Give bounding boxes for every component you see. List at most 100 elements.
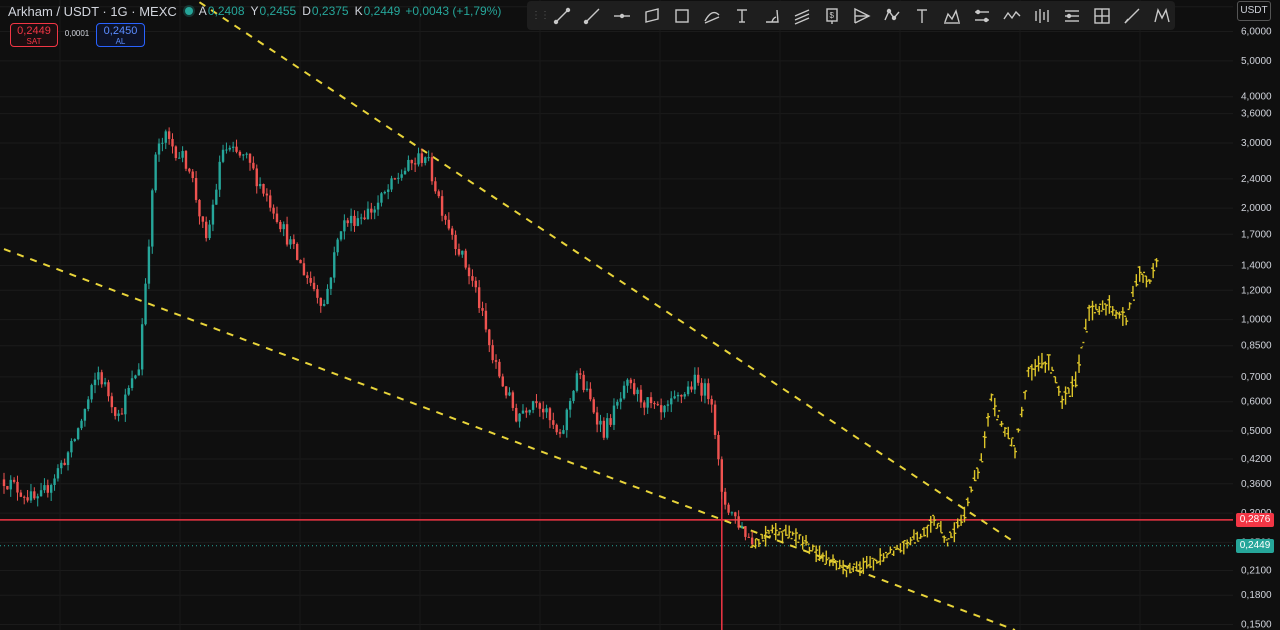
- candle-body: [376, 202, 380, 210]
- wave-tool-button[interactable]: [997, 4, 1027, 28]
- candle-body: [349, 215, 353, 224]
- candle-body: [461, 250, 464, 255]
- axis-tick-label: 1,2000: [1241, 285, 1272, 296]
- candle-body: [474, 280, 477, 288]
- candle-body: [144, 283, 147, 325]
- sell-label: SAT: [26, 37, 42, 46]
- axis-tick-label: 3,0000: [1241, 138, 1272, 149]
- close-key: K: [354, 4, 363, 18]
- candle-body: [734, 512, 737, 517]
- trend-line-icon: [553, 7, 571, 24]
- grid-icon: [1094, 7, 1110, 24]
- multi-line-tool-button[interactable]: [787, 4, 817, 28]
- candle-body: [56, 468, 60, 479]
- candle-body: [360, 217, 363, 219]
- candle-body: [205, 221, 208, 239]
- candle-body: [346, 220, 349, 224]
- candle-body: [164, 131, 167, 143]
- candle-body: [49, 485, 53, 493]
- candle-body: [744, 526, 747, 537]
- curve-tool-button[interactable]: [697, 4, 727, 28]
- candle-body: [599, 420, 602, 425]
- candle-body: [528, 409, 531, 413]
- candle-body: [616, 401, 619, 406]
- axis-tick-label: 0,8500: [1241, 341, 1272, 352]
- path-tool-button[interactable]: [877, 4, 907, 28]
- candle-body: [26, 497, 29, 501]
- candle-body: [343, 220, 346, 232]
- buy-label: AL: [115, 37, 126, 46]
- pitchfork-icon: [854, 7, 871, 24]
- candle-body: [174, 146, 178, 159]
- candle-body: [737, 516, 740, 528]
- pattern-tool-button[interactable]: [937, 4, 967, 28]
- candle-body: [646, 397, 649, 408]
- rectangle-icon: [675, 8, 689, 23]
- parallel-channel-tool-button[interactable]: [637, 4, 667, 28]
- low-key: D: [302, 4, 311, 18]
- candle-body: [447, 219, 451, 229]
- xabcd-tool-button[interactable]: [1147, 4, 1177, 28]
- text-tool-tool-button[interactable]: [907, 4, 937, 28]
- candle-body: [339, 231, 343, 240]
- candle-body: [690, 386, 693, 390]
- candle-body: [221, 149, 225, 162]
- candle-body: [602, 420, 606, 438]
- buy-price: 0,2450: [103, 25, 138, 37]
- price-label-tool-button[interactable]: $: [817, 4, 847, 28]
- candle-body: [326, 288, 329, 304]
- candle-body: [262, 183, 265, 194]
- horizontal-rays-icon: [975, 9, 989, 22]
- candle-body: [686, 386, 690, 395]
- angle-tool-button[interactable]: [757, 4, 787, 28]
- pattern-icon: [944, 8, 960, 24]
- text-tool-button[interactable]: [727, 4, 757, 28]
- horizontal-line-tool-button[interactable]: [607, 4, 637, 28]
- candle-body: [285, 224, 289, 245]
- brush-tool-button[interactable]: [1117, 4, 1147, 28]
- rectangle-tool-button[interactable]: [667, 4, 697, 28]
- trend-line-tool-button[interactable]: [547, 4, 577, 28]
- axis-tick-label: 0,1500: [1241, 620, 1272, 630]
- symbol-title[interactable]: Arkham / USDT · 1G · MEXC: [8, 4, 177, 19]
- pitchfork-tool-button[interactable]: [847, 4, 877, 28]
- parallel-channel-icon: [645, 7, 659, 23]
- curve-icon: [704, 11, 720, 24]
- wave-icon: [1003, 10, 1021, 19]
- axis-tick-label: 0,2100: [1241, 565, 1272, 576]
- candle-body: [245, 153, 248, 155]
- candle-body: [437, 191, 440, 197]
- candle-body: [518, 413, 521, 422]
- candle-body: [252, 162, 255, 169]
- candle-body: [265, 193, 269, 196]
- candle-body: [629, 379, 633, 384]
- candle-body: [390, 178, 393, 190]
- text-icon: [737, 8, 747, 23]
- candle-body: [693, 374, 697, 390]
- grid-tool-button[interactable]: [1087, 4, 1117, 28]
- horizontal-rays-tool-button[interactable]: [967, 4, 997, 28]
- candle-body: [595, 412, 599, 425]
- candle-body: [612, 405, 616, 425]
- sell-button[interactable]: 0,2449 SAT: [10, 23, 58, 47]
- price-axis[interactable]: 6,0000 5,0000 4,0000 3,6000 3,0000 2,4000 2,00…: [1233, 0, 1280, 630]
- toolbar-grip-icon[interactable]: ⋮⋮: [531, 10, 550, 21]
- axis-tick-label: 6,0000: [1241, 27, 1272, 38]
- candle-body: [484, 310, 488, 330]
- high-value: 0,2455: [259, 4, 297, 18]
- market-status-icon: [184, 7, 193, 15]
- axis-tick-label: 3,6000: [1241, 109, 1272, 120]
- candle-body: [636, 389, 639, 395]
- axis-tick-label: 1,0000: [1241, 315, 1272, 326]
- candle-body: [70, 440, 73, 453]
- candle-body: [12, 479, 16, 482]
- currency-button[interactable]: USDT: [1237, 1, 1271, 21]
- bars-pattern-tool-button[interactable]: [1027, 4, 1057, 28]
- buy-button[interactable]: 0,2450 AL: [96, 23, 145, 47]
- ray-tool-button[interactable]: [577, 4, 607, 28]
- open-key: A: [198, 4, 207, 18]
- forecast-tool-button[interactable]: [1057, 4, 1087, 28]
- candle-body: [191, 171, 194, 179]
- candle-body: [103, 382, 107, 385]
- price-chart[interactable]: 6,0000 5,0000 4,0000 3,6000 3,0000 2,4000 2,00…: [0, 0, 1280, 630]
